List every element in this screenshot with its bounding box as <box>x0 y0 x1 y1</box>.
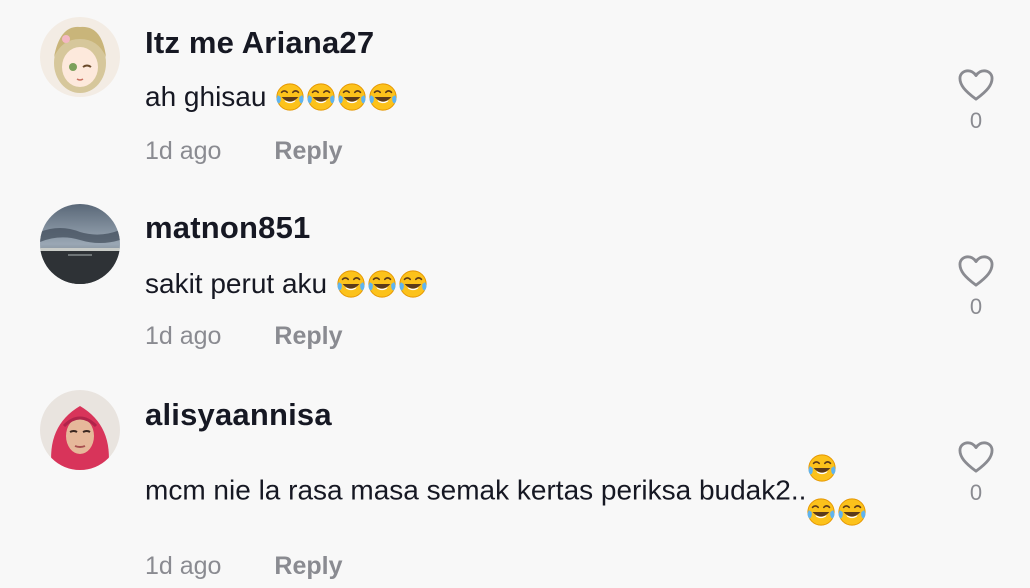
comment-text: sakit perut aku <box>145 262 925 308</box>
comment-meta: 1d ago Reply <box>145 552 343 581</box>
face-with-tears-of-joy-icon <box>837 497 867 527</box>
face-with-tears-of-joy-icon <box>306 82 336 112</box>
emoji-group <box>806 448 867 536</box>
comment-text-body: sakit perut aku <box>145 268 328 299</box>
face-with-tears-of-joy-icon <box>806 497 836 527</box>
emoji-group <box>335 264 428 308</box>
face-with-tears-of-joy-icon <box>337 82 367 112</box>
like-count: 0 <box>969 294 983 319</box>
face-with-tears-of-joy-icon <box>398 269 428 299</box>
comment-username[interactable]: matnon851 <box>145 210 310 246</box>
like-count: 0 <box>969 108 983 133</box>
reply-button[interactable]: Reply <box>274 322 342 350</box>
heart-outline-icon[interactable] <box>957 440 995 474</box>
comment-username[interactable]: alisyaannisa <box>145 397 332 433</box>
avatar[interactable] <box>40 204 120 284</box>
reply-button[interactable]: Reply <box>274 552 342 580</box>
face-with-tears-of-joy-icon <box>336 269 366 299</box>
comment-timestamp: 1d ago <box>145 322 222 350</box>
like-button[interactable]: 0 <box>956 68 996 134</box>
reply-button[interactable]: Reply <box>274 137 342 165</box>
emoji-group <box>274 77 398 121</box>
heart-outline-icon[interactable] <box>957 254 995 288</box>
comment-meta: 1d ago Reply <box>145 137 343 166</box>
face-with-tears-of-joy-icon <box>275 82 305 112</box>
comment-username[interactable]: Itz me Ariana27 <box>145 25 374 61</box>
comment-text: mcm nie la rasa masa semak kertas periks… <box>145 448 925 536</box>
heart-outline-icon[interactable] <box>957 68 995 102</box>
face-with-tears-of-joy-icon <box>807 453 837 483</box>
face-with-tears-of-joy-icon <box>368 82 398 112</box>
like-button[interactable]: 0 <box>956 254 996 320</box>
comment-text-body: mcm nie la rasa masa semak kertas periks… <box>145 474 807 506</box>
face-with-tears-of-joy-icon <box>367 269 397 299</box>
comment-timestamp: 1d ago <box>145 137 222 165</box>
avatar[interactable] <box>40 390 120 470</box>
like-button[interactable]: 0 <box>956 440 996 506</box>
comment-text-body: ah ghisau <box>145 81 267 112</box>
comment-meta: 1d ago Reply <box>145 322 343 351</box>
comment-text: ah ghisau <box>145 75 925 121</box>
like-count: 0 <box>969 480 983 505</box>
comment-timestamp: 1d ago <box>145 552 222 580</box>
avatar[interactable] <box>40 17 120 97</box>
